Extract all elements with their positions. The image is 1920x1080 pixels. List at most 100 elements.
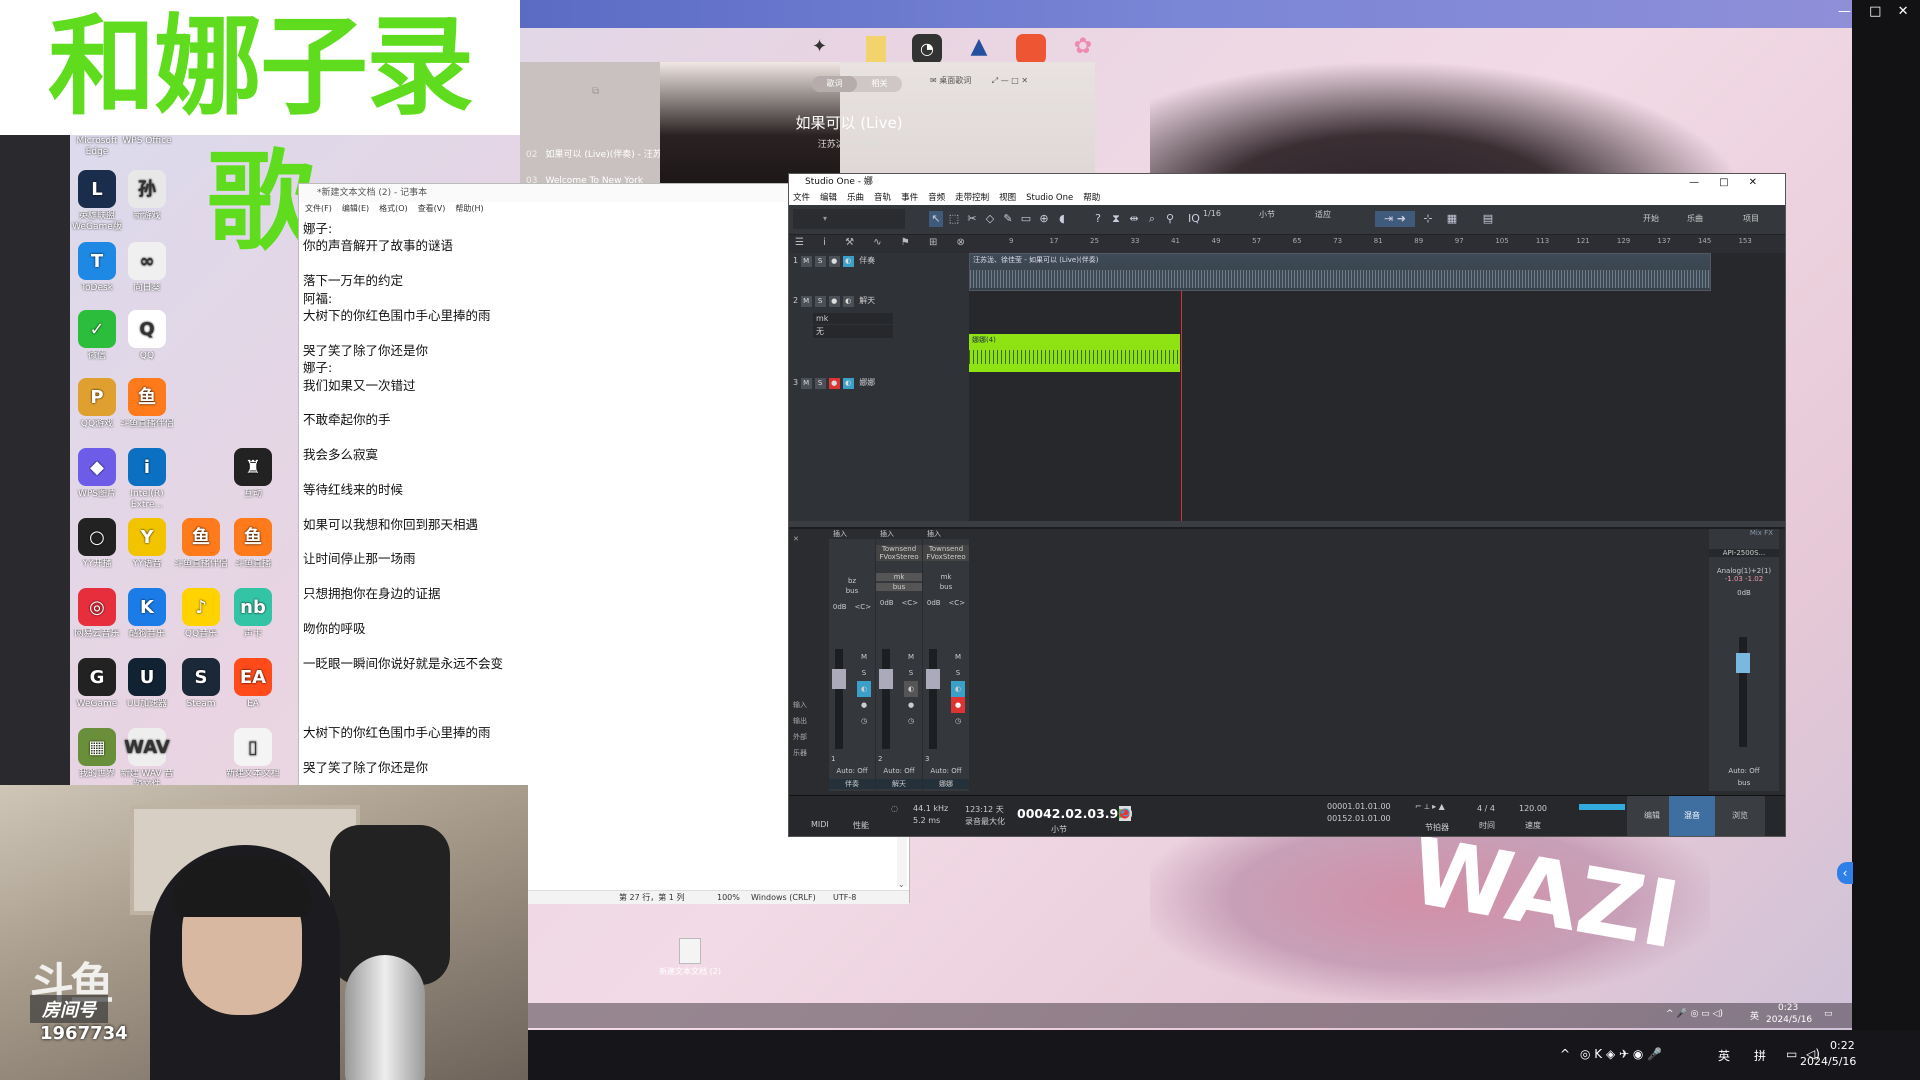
window-controls-icon[interactable]: ⤢ — □ ✕ (992, 76, 1028, 85)
ime-pinyin[interactable]: 拼 (1754, 1047, 1766, 1064)
track-row-2[interactable]: 2 M S ● ◐ 解天 mk 无 (793, 295, 969, 338)
channel-pan[interactable]: <C> (901, 599, 918, 607)
view-mix-button[interactable]: 混音 (1669, 796, 1715, 836)
fader-track[interactable] (832, 649, 846, 749)
fader-track[interactable] (926, 649, 940, 749)
engine-icon[interactable]: ◌ (891, 804, 898, 813)
master-output[interactable]: Analog(1)+2(1) (1709, 567, 1779, 575)
tray-app-icons[interactable]: ◎ K ◈ ✈ ◉ 🎤 (1580, 1047, 1662, 1061)
insert-header[interactable]: 插入 (876, 529, 922, 539)
channel-bus[interactable]: bus (829, 587, 875, 595)
range-tool-icon[interactable]: ⬚ (947, 211, 961, 227)
desktop-icon[interactable]: ◎ 网易云音乐 (70, 588, 124, 651)
solo-button[interactable]: S (814, 378, 826, 389)
folder-icon[interactable] (866, 36, 886, 62)
arrange-view[interactable]: 汪苏泷、徐佳莹 - 如果可以 (Live)(伴奏) 娜娜(4) (969, 253, 1785, 521)
mute-button[interactable]: M (857, 649, 871, 665)
channel-bus[interactable]: bus (923, 583, 969, 591)
track-name[interactable]: 娜娜 (859, 378, 875, 387)
tray-icons[interactable]: ^ 🎤 ◎ ▭ ◁) (1666, 1009, 1723, 1019)
desktop-icon[interactable]: 鱼斗鱼直播伴侣 (120, 378, 174, 441)
desktop-file-icon[interactable]: 新建文本文档 (2) (650, 938, 730, 977)
desktop-icon[interactable]: Q QQ (120, 310, 174, 373)
fader-track[interactable] (879, 649, 893, 749)
desktop-icon[interactable]: Y YY语音 (120, 518, 174, 581)
side-label-input[interactable]: 输入 (793, 697, 829, 713)
desktop-icon[interactable]: 鱼斗鱼直播 (226, 518, 280, 581)
desktop-icon[interactable]: i Intel(R) Extre... (120, 448, 174, 511)
loop-icon[interactable]: ⟲ (1119, 806, 1130, 821)
desktop-icon[interactable]: P QQ游戏 (70, 378, 124, 441)
tune-icon[interactable]: ⚲ (1163, 211, 1177, 227)
flower-app-icon[interactable]: ✿ (1068, 34, 1098, 64)
desktop-icon[interactable]: ◆ WPS图片 (70, 448, 124, 511)
save-icon[interactable]: ▤ (1481, 211, 1495, 227)
notepad-menu-item[interactable]: 编辑(E) (342, 204, 369, 213)
tab-related[interactable]: 相关 (857, 76, 902, 92)
monitor-button[interactable]: ◐ (842, 378, 854, 389)
master-insert[interactable]: API-2500S... (1709, 549, 1779, 557)
playhead[interactable] (1181, 253, 1182, 521)
record-arm-button[interactable]: ● (828, 378, 840, 389)
notification-icon[interactable]: ▭ (1824, 1009, 1833, 1019)
desktop-icon[interactable]: eMicrosoft Edge (70, 136, 124, 158)
channel-input[interactable]: mk (876, 573, 922, 581)
maximize-icon[interactable]: □ (1869, 4, 1881, 19)
record-app-icon[interactable] (1016, 34, 1046, 64)
desktop-lyrics-toggle[interactable]: ✉ 桌面歌词 ⤢ — □ ✕ (930, 75, 1028, 86)
studio-menu-item[interactable]: 文件 (793, 193, 810, 203)
insert-plugin[interactable]: Townsend (876, 545, 922, 553)
notepad-text-area[interactable]: 娜子: 你的声音解开了故事的谜语 落下一万年的约定 阿福: 大树下的你红色围巾手心里捧的… (303, 220, 633, 777)
studio-menu-item[interactable]: Studio One (1026, 193, 1073, 203)
channel-auto[interactable]: Auto: Off (923, 767, 969, 775)
insert-plugin[interactable]: FVoxStereo (923, 553, 969, 561)
desktop-icon[interactable]: ✓ 微信 (70, 310, 124, 373)
view-browse-button[interactable]: 浏览 (1715, 796, 1765, 836)
input-select[interactable]: mk (813, 313, 893, 324)
mute-button[interactable]: M (800, 378, 812, 389)
outer-window-controls[interactable]: — □ ✕ (1838, 4, 1918, 20)
notepad-menu-item[interactable]: 格式(O) (379, 204, 408, 213)
mix-fx-label[interactable]: Mix FX (1709, 529, 1779, 537)
studio-menu-item[interactable]: 音轨 (874, 193, 891, 203)
help-icon[interactable]: ? (1091, 211, 1105, 227)
channel-volume[interactable]: 0dB (880, 599, 894, 607)
metronome-icons[interactable]: ⌐ ⟂ ▸ ▲ (1415, 802, 1445, 812)
studio-menu-item[interactable]: 音频 (928, 193, 945, 203)
insert-plugin[interactable]: Townsend (923, 545, 969, 553)
desktop-icon[interactable]: ∞ 向日葵 (120, 242, 174, 305)
solo-button[interactable]: S (814, 296, 826, 307)
master-fader[interactable] (1736, 653, 1750, 673)
timebase-select[interactable]: 小节 (1259, 209, 1309, 229)
toolbar-project-button[interactable]: 项目 (1743, 213, 1759, 224)
mute-button[interactable]: M (904, 649, 918, 665)
zoom-icon[interactable]: ⌕ (1145, 211, 1159, 227)
loop-start[interactable]: 00001.01.01.00 (1327, 802, 1391, 811)
close-mixer-icon[interactable]: ✕ (793, 531, 829, 547)
insert-header[interactable]: 插入 (923, 529, 969, 539)
studio-menu-item[interactable]: 事件 (901, 193, 918, 203)
channel-buttons[interactable]: M S ◐ ● ◷ (857, 649, 871, 729)
studio-menu-item[interactable]: 帮助 (1083, 193, 1100, 203)
studio-menu-item[interactable]: 乐曲 (847, 193, 864, 203)
tab-lyrics[interactable]: 歌词 (812, 76, 857, 92)
quantize-select[interactable]: 1/16 (1203, 209, 1253, 229)
record-icon[interactable]: ● (951, 697, 965, 713)
desktop-icon[interactable]: ♪ QQ音乐 (174, 588, 228, 651)
solo-button[interactable]: S (951, 665, 965, 681)
desktop-icon[interactable]: S Steam (174, 658, 228, 721)
clock-app-icon[interactable]: ◔ (912, 34, 942, 64)
listen-tool-icon[interactable]: ◖ (1055, 211, 1069, 227)
ime-english[interactable]: 英 (1718, 1047, 1730, 1064)
timer-icon[interactable]: ◷ (904, 713, 918, 729)
lyrics-tab-switch[interactable]: 歌词 相关 (812, 76, 902, 92)
solo-button[interactable]: S (814, 256, 826, 267)
channel-pan[interactable]: <C> (948, 599, 965, 607)
toolbar-dropdown[interactable]: ▾ (793, 209, 905, 229)
audio-clip-vocal[interactable]: 娜娜(4) (969, 334, 1180, 372)
timeline-ruler[interactable]: 9 17 25 33 41 49 57 65 73 81 89 97 105 113 121 129 137 14… (969, 235, 1785, 253)
side-label-external[interactable]: 外部 (793, 729, 829, 745)
mute-tool-icon[interactable]: ▭ (1019, 211, 1033, 227)
monitor-button[interactable]: ◐ (842, 296, 854, 307)
record-arm-button[interactable]: ● (828, 296, 840, 307)
